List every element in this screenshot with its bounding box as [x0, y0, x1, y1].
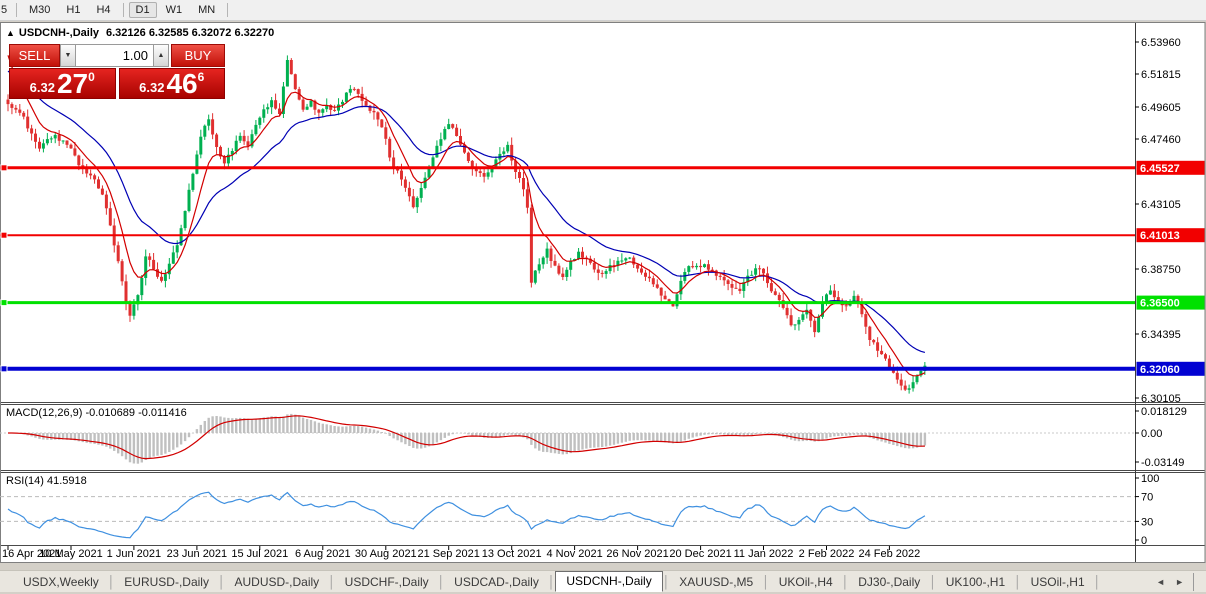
tab-separator: │	[1014, 575, 1022, 589]
level-badge-label: 6.45527	[1140, 163, 1180, 175]
x-axis-label: 6 Aug 2021	[295, 548, 351, 560]
tab-separator: │	[328, 575, 336, 589]
toolbar-separator	[227, 3, 228, 17]
one-click-trade-panel: SELL ▼ 1.00 ▲ BUY 6.32 27 0 6.32 46 6	[9, 44, 225, 99]
timeframe-button-h1[interactable]: H1	[59, 2, 87, 18]
tab-separator: │	[929, 575, 937, 589]
level-handle[interactable]	[1, 366, 7, 372]
macd-axis-label: -0.03149	[1141, 457, 1184, 469]
price-axis-label: 6.43105	[1141, 199, 1181, 211]
tab-separator: │	[842, 575, 850, 589]
sell-price-base: 6.32	[30, 80, 55, 95]
x-axis-label: 30 Aug 2021	[355, 548, 417, 560]
tab-usdcad-daily[interactable]: USDCAD-,Daily	[445, 573, 548, 591]
chart-symbol-label: USDCNH-,Daily	[19, 27, 99, 39]
tab-separator: │	[762, 575, 770, 589]
buy-price-big: 46	[166, 69, 197, 98]
timeframe-button-m30[interactable]: M30	[22, 2, 57, 18]
spinner-down-icon: ▼	[65, 52, 72, 59]
tab-separator: │	[218, 575, 226, 589]
tab-separator: │	[548, 575, 556, 589]
rsi-axis-label: 30	[1141, 516, 1153, 528]
x-axis-label: 23 Jun 2021	[167, 548, 228, 560]
macd-indicator-label: MACD(12,26,9) -0.010689 -0.011416	[6, 407, 187, 419]
x-axis-label: 11 Jan 2022	[734, 548, 794, 560]
sell-price-sup: 0	[88, 70, 95, 84]
x-axis-label: 21 Sep 2021	[418, 548, 480, 560]
tab-separator: │	[108, 575, 116, 589]
tab-ukoil-h4[interactable]: UKOil-,H4	[770, 573, 842, 591]
symbol-tab-bar: USDX,Weekly│EURUSD-,Daily│AUDUSD-,Daily│…	[0, 570, 1206, 592]
trading-terminal: { "toolbar": { "partial_button": "5", "t…	[0, 0, 1206, 594]
tab-separator: │	[438, 575, 446, 589]
chart-title: ▲ USDCNH-,Daily 6.32126 6.32585 6.32072 …	[6, 27, 274, 39]
macd-axis-label: 0.018129	[1141, 406, 1187, 418]
buy-price-display[interactable]: 6.32 46 6	[119, 68, 226, 99]
tabbar-end-separator	[1193, 573, 1194, 591]
buy-price-base: 6.32	[139, 80, 164, 95]
level-badge-label: 6.36500	[1140, 298, 1180, 310]
timeframe-button-h4[interactable]: H4	[89, 2, 117, 18]
rsi-axis-label: 70	[1141, 492, 1153, 504]
level-badge-label: 6.41013	[1140, 230, 1180, 242]
toolbar-separator	[123, 3, 124, 17]
symbol-marker-icon: ▲	[6, 28, 15, 38]
timeframe-button-partial[interactable]: 5	[1, 2, 11, 18]
volume-input[interactable]: 1.00	[76, 44, 153, 67]
tab-usoil-h1[interactable]: USOil-,H1	[1022, 573, 1094, 591]
price-axis-label: 6.47460	[1141, 134, 1181, 146]
tab-usdchf-daily[interactable]: USDCHF-,Daily	[336, 573, 438, 591]
level-handle[interactable]	[1, 232, 7, 238]
tab-audusd-daily[interactable]: AUDUSD-,Daily	[225, 573, 328, 591]
rsi-indicator-label: RSI(14) 41.5918	[6, 475, 87, 487]
level-badge-label: 6.32060	[1140, 364, 1180, 376]
tab-usdcnh-daily[interactable]: USDCNH-,Daily	[555, 571, 662, 592]
price-axis-label: 6.51815	[1141, 69, 1181, 81]
level-handle[interactable]	[1, 300, 7, 306]
price-axis-label: 6.30105	[1141, 393, 1181, 405]
rsi-axis-label: 100	[1141, 473, 1159, 485]
price-axis-label: 6.38750	[1141, 264, 1181, 276]
x-axis-label: 24 Feb 2022	[859, 548, 921, 560]
x-axis-label: 20 Dec 2021	[669, 548, 731, 560]
buy-price-sup: 6	[198, 70, 205, 84]
volume-increase-button[interactable]: ▲	[153, 44, 169, 67]
tabs-scroll-right-icon[interactable]: ►	[1170, 577, 1189, 587]
timeframe-button-d1[interactable]: D1	[129, 2, 157, 18]
x-axis-label: 4 Nov 2021	[546, 548, 602, 560]
sell-price-display[interactable]: 6.32 27 0	[9, 68, 116, 99]
x-axis-label: 15 Jul 2021	[231, 548, 288, 560]
sell-button[interactable]: SELL	[9, 44, 60, 67]
rsi-axis-label: 0	[1141, 535, 1147, 547]
tab-uk100-h1[interactable]: UK100-,H1	[937, 573, 1014, 591]
tab-separator: │	[1094, 575, 1102, 589]
tab-xauusd-m5[interactable]: XAUUSD-,M5	[670, 573, 762, 591]
tab-eurusd-daily[interactable]: EURUSD-,Daily	[115, 573, 218, 591]
price-axis-label: 6.34395	[1141, 329, 1181, 341]
timeframe-button-mn[interactable]: MN	[191, 2, 222, 18]
timeframe-button-w1[interactable]: W1	[159, 2, 190, 18]
buy-button[interactable]: BUY	[171, 44, 225, 67]
x-axis-label: 10 May 2021	[39, 548, 103, 560]
chart-window-frame	[1, 23, 1206, 563]
x-axis-label: 1 Jun 2021	[107, 548, 161, 560]
spinner-up-icon: ▲	[158, 52, 165, 59]
tabs-scroll-left-icon[interactable]: ◄	[1151, 577, 1170, 587]
tab-usdx-weekly[interactable]: USDX,Weekly	[14, 573, 108, 591]
x-axis-label: 13 Oct 2021	[482, 548, 542, 560]
tab-separator: │	[663, 575, 671, 589]
timeframe-toolbar: 5 M30H1H4 D1W1MN	[0, 0, 1206, 21]
volume-decrease-button[interactable]: ▼	[60, 44, 76, 67]
x-axis-labels: 16 Apr 202110 May 20211 Jun 202123 Jun 2…	[2, 546, 920, 560]
price-axis-label: 6.53960	[1141, 37, 1181, 49]
toolbar-separator	[16, 3, 17, 17]
chart-ohlc-quote: 6.32126 6.32585 6.32072 6.32270	[106, 27, 274, 39]
price-axis-label: 6.49605	[1141, 102, 1181, 114]
x-axis-label: 2 Feb 2022	[799, 548, 855, 560]
x-axis-label: 26 Nov 2021	[606, 548, 668, 560]
level-handle[interactable]	[1, 165, 7, 171]
tab-dj30-daily[interactable]: DJ30-,Daily	[849, 573, 929, 591]
sell-price-big: 27	[57, 69, 88, 98]
macd-axis-label: 0.00	[1141, 428, 1162, 440]
